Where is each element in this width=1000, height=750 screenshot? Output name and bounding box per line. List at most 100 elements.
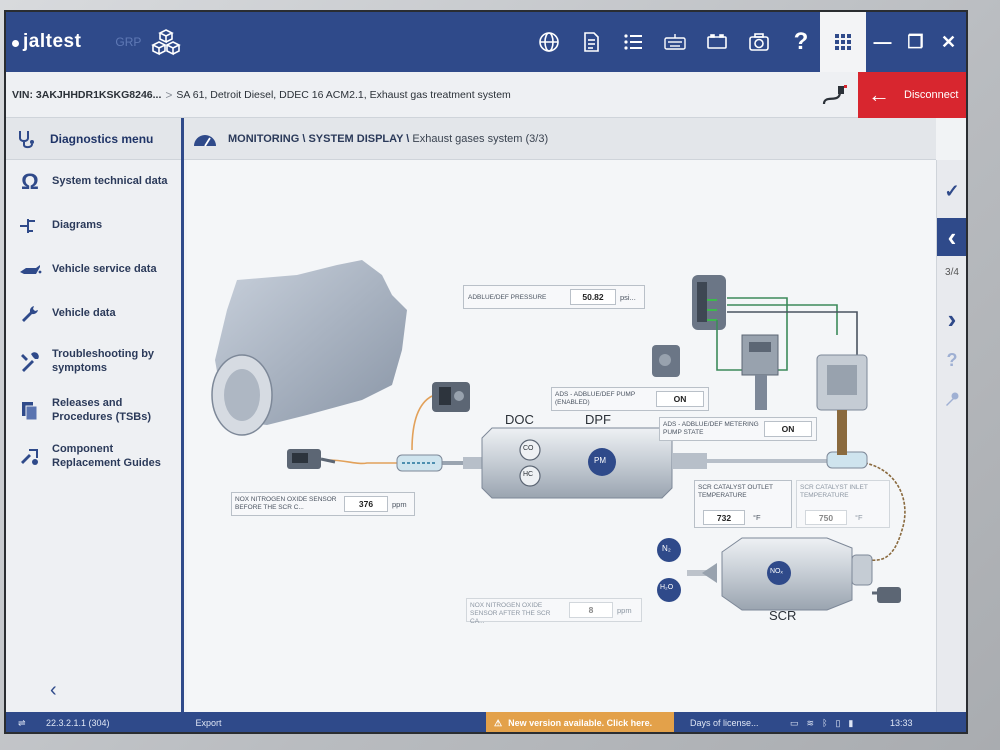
nox-sensor-before	[287, 449, 336, 469]
wifi-icon: ≋	[806, 717, 815, 728]
license-label: Days of license...	[690, 718, 759, 728]
breadcrumb: MONITORING \ SYSTEM DISPLAY \ Exhaust ga…	[228, 133, 548, 145]
def-metering-panel: ADS - ADBLUE/DEF METERING PUMP STATE ON	[659, 417, 817, 441]
globe-icon[interactable]	[528, 12, 570, 72]
sidebar-item-vehicle-data[interactable]: Vehicle data	[6, 292, 181, 336]
minimize-button[interactable]: —	[866, 12, 899, 72]
apps-grid-icon[interactable]	[820, 12, 866, 72]
diagram-icon	[18, 214, 42, 238]
previous-page-button[interactable]: ‹	[937, 218, 966, 256]
gauge-icon	[194, 134, 216, 146]
question-icon: ?	[946, 349, 958, 370]
sidebar-item-label: Releases and Procedures (TSBs)	[52, 397, 152, 423]
content-header: MONITORING \ SYSTEM DISPLAY \ Exhaust ga…	[184, 118, 936, 160]
def-doser	[432, 382, 470, 412]
chevron-right-icon: ›	[947, 303, 957, 334]
check-icon: ✓	[944, 180, 960, 201]
close-button[interactable]: ✕	[932, 12, 965, 72]
sidebar-item-diagrams[interactable]: Diagrams	[6, 204, 181, 248]
bluetooth-icon: ᛒ	[822, 717, 828, 728]
confirm-button[interactable]: ✓	[937, 174, 966, 208]
top-bar: jaltest GRP ? — ❐ ✕	[6, 12, 966, 72]
scr-outlet-label: SCR CATALYST OUTLET TEMPERATURE	[698, 484, 773, 500]
logo-text: jaltest	[23, 31, 82, 52]
nox-before-panel: NOX NITROGEN OXIDE SENSOR BEFORE THE SCR…	[231, 492, 415, 516]
omega-icon: Ω	[21, 169, 39, 194]
vehicle-description: SA 61, Detroit Diesel, DDEC 16 ACM2.1, E…	[176, 88, 511, 101]
scr-outlet-panel: SCR CATALYST OUTLET TEMPERATURE 732 °F	[694, 480, 792, 528]
status-bar: ⇌ 22.3.2.1.1 (304) Export ⚠ New version …	[6, 712, 966, 732]
nox-after-unit: ppm	[617, 606, 632, 615]
next-page-button[interactable]: ›	[937, 300, 966, 338]
nox-before-value: 376	[344, 496, 388, 512]
pm-label: PM	[594, 456, 606, 465]
version-label: 22.3.2.1.1 (304)	[46, 718, 110, 728]
restore-button[interactable]: ❐	[899, 12, 932, 72]
battery-status-icon: ▭	[790, 717, 799, 728]
def-module	[816, 354, 868, 455]
tablet-icon: ▯	[835, 717, 841, 728]
diagram-graphics	[211, 260, 906, 611]
scr-outlet-value: 732	[703, 510, 745, 525]
page-indicator: 3/4	[945, 266, 959, 278]
nox-before-label: NOX NITROGEN OXIDE SENSOR BEFORE THE SCR…	[235, 496, 337, 512]
sidebar-item-troubleshooting[interactable]: Troubleshooting by symptoms	[6, 336, 181, 388]
replace-icon	[18, 445, 42, 469]
page-navigation: ✓ ‹ 3/4 › ?	[936, 160, 966, 712]
export-button[interactable]: Export	[196, 718, 222, 728]
update-notification[interactable]: ⚠ New version available. Click here.	[486, 712, 674, 732]
nox-after-label: NOX NITROGEN OXIDE SENSOR AFTER THE SCR …	[470, 602, 551, 626]
oil-can-icon	[18, 258, 42, 282]
product-label: GRP	[115, 35, 142, 49]
settings-icon[interactable]	[937, 384, 966, 414]
nox-after-value: 8	[569, 602, 613, 618]
help-button[interactable]: ?	[937, 344, 966, 376]
def-pressure-label: ADBLUE/DEF PRESSURE	[468, 294, 547, 301]
def-pressure-value: 50.82	[570, 289, 616, 305]
toolbar: ?	[528, 12, 822, 72]
diagnostics-menu-label: Diagnostics menu	[50, 131, 154, 146]
def-valve	[652, 345, 680, 377]
nox-before-unit: ppm	[392, 500, 407, 509]
sidebar-item-label: Vehicle service data	[52, 263, 157, 276]
vehicle-bar: VIN: 3AKJHHDR1KSKG8246... > SA 61, Detro…	[6, 72, 966, 118]
camera-icon[interactable]	[738, 12, 780, 72]
sidebar-item-system-technical-data[interactable]: Ω System technical data	[6, 160, 181, 204]
chevron-left-icon: ‹	[947, 221, 957, 252]
def-pressure-unit: psi...	[620, 293, 636, 302]
hc-label: HC	[523, 471, 534, 478]
sidebar-item-vehicle-service-data[interactable]: Vehicle service data	[6, 248, 181, 292]
sidebar: Diagnostics menu Ω System technical data…	[6, 118, 184, 712]
breadcrumb-current: Exhaust gases system (3/3)	[409, 132, 549, 145]
document-icon[interactable]	[570, 12, 612, 72]
sidebar-item-component-replacement[interactable]: Component Replacement Guides	[6, 434, 181, 480]
def-pressure-panel: ADBLUE/DEF PRESSURE 50.82 psi...	[463, 285, 645, 309]
wrench-icon	[18, 302, 42, 326]
mixer	[396, 454, 443, 472]
battery-icon[interactable]	[696, 12, 738, 72]
def-pump-label: ADS - ADBLUE/DEF PUMP (ENABLED)	[555, 391, 636, 407]
doc-label: DOC	[505, 412, 534, 427]
diagnostics-menu-header[interactable]: Diagnostics menu	[6, 118, 181, 160]
power-icon: ▮	[848, 717, 854, 728]
sidebar-item-releases-tsbs[interactable]: Releases and Procedures (TSBs)	[6, 388, 181, 434]
update-label: New version available. Click here.	[508, 718, 653, 728]
sidebar-collapse-button[interactable]: ‹	[50, 679, 57, 702]
list-icon[interactable]	[612, 12, 654, 72]
window-controls: — ❐ ✕	[866, 12, 965, 72]
app-window: jaltest GRP ? — ❐ ✕ VIN: 3AKJHHDR1KSKG82…	[4, 10, 968, 734]
keyboard-icon[interactable]	[654, 12, 696, 72]
vin-label: VIN: 3AKJHHDR1KSKG8246...	[12, 88, 162, 101]
logo-dot	[12, 40, 19, 47]
help-icon[interactable]: ?	[780, 12, 822, 72]
sidebar-item-label: Diagrams	[52, 219, 103, 232]
def-pump-value: ON	[656, 391, 704, 407]
tray-icons: ▭ ≋ ᛒ ▯ ▮	[790, 718, 853, 729]
tools-icon	[18, 350, 42, 374]
stethoscope-icon	[19, 130, 34, 148]
scr-inlet-unit: °F	[855, 513, 863, 522]
sidebar-item-label: System technical data	[52, 175, 168, 188]
cubes-icon[interactable]	[151, 28, 182, 56]
h2o-label: H₂O	[660, 584, 674, 591]
disconnect-button[interactable]: ← Disconnect	[858, 72, 966, 118]
